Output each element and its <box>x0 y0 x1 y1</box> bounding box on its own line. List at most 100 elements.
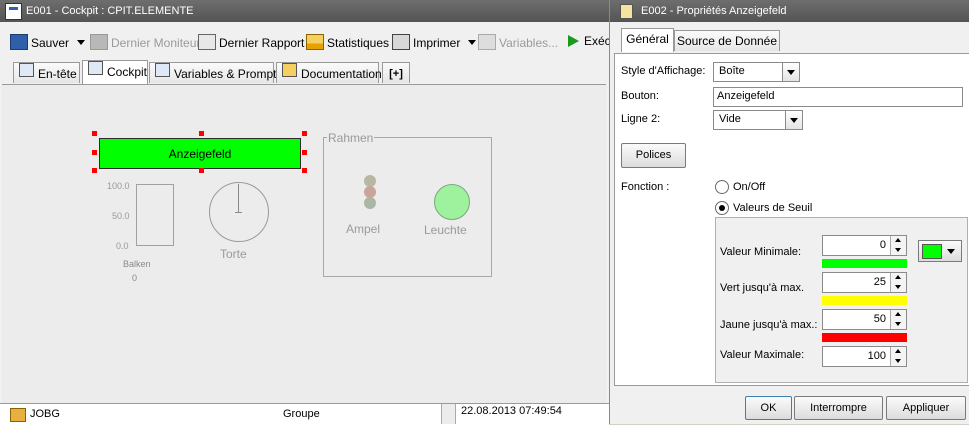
selection-handle[interactable] <box>199 131 204 136</box>
editor-tabs: En-tête Cockpit Variables & Prompts Docu… <box>0 60 609 84</box>
group-icon <box>10 408 26 422</box>
threshold-group: Valeur Minimale: 0 Vert jusqu'à max. 25 … <box>715 217 968 383</box>
window-title: E001 - Cockpit : CPIT.ELEMENTE <box>26 5 194 17</box>
max-value-spinner[interactable]: 100 <box>822 346 907 367</box>
printer-icon <box>392 34 410 50</box>
button-text-input[interactable]: Anzeigefeld <box>713 87 963 107</box>
properties-icon <box>620 4 633 19</box>
spinner-arrows-icon[interactable] <box>890 347 906 366</box>
cockpit-window: E001 - Cockpit : CPIT.ELEMENTE Sauver De… <box>0 0 617 425</box>
bar-tick-min: 0.0 <box>116 241 129 251</box>
min-value-spinner[interactable]: 0 <box>822 235 907 256</box>
thresholds-radio[interactable] <box>715 201 729 215</box>
line2-label: Ligne 2: <box>621 113 661 125</box>
tab-add[interactable]: [+] <box>382 62 410 83</box>
window-title-bar[interactable]: E001 - Cockpit : CPIT.ELEMENTE <box>0 0 609 22</box>
chevron-down-icon[interactable] <box>77 40 86 45</box>
report-icon <box>198 34 216 50</box>
window-icon <box>5 3 22 20</box>
green-max-spinner[interactable]: 25 <box>822 272 907 293</box>
job-list-row[interactable]: JOBG Groupe 22.08.2013 07:49:54 <box>0 403 609 425</box>
bar-value: 0 <box>132 273 138 283</box>
header-icon <box>19 63 34 77</box>
selection-handle[interactable] <box>302 168 307 173</box>
tab-documentation[interactable]: Documentation <box>276 62 382 83</box>
tab-cockpit[interactable]: Cockpit <box>82 60 148 84</box>
dialog-title: E002 - Propriétés Anzeigefeld <box>641 5 787 17</box>
pie-needle-cross <box>235 212 242 213</box>
yellow-bar <box>822 296 907 305</box>
apply-button[interactable]: Appliquer <box>886 396 966 420</box>
documentation-icon <box>282 63 297 77</box>
variables-icon <box>478 34 496 50</box>
onoff-radio[interactable] <box>715 180 729 194</box>
job-date: 22.08.2013 07:49:54 <box>461 405 562 417</box>
spinner-arrows-icon[interactable] <box>890 310 906 329</box>
max-value-label: Valeur Maximale: <box>720 349 805 361</box>
pie-needle <box>238 184 239 212</box>
variables-button[interactable]: Variables... <box>478 34 558 50</box>
chevron-down-icon[interactable] <box>468 40 477 45</box>
properties-dialog: E002 - Propriétés Anzeigefeld Général So… <box>609 0 969 424</box>
toolbar: Sauver Dernier Moniteur Dernier Rapport … <box>0 29 617 55</box>
pie-label: Torte <box>220 247 247 261</box>
green-bar <box>822 259 907 268</box>
button-label: Bouton: <box>621 90 659 102</box>
scrollbar[interactable] <box>441 404 456 424</box>
job-type: Groupe <box>283 408 320 420</box>
chevron-down-icon <box>947 249 955 254</box>
thresholds-label: Valeurs de Seuil <box>733 202 813 214</box>
selection-handle[interactable] <box>92 150 97 155</box>
cockpit-canvas[interactable]: Anzeigefeld 100.0 50.0 0.0 Balken 0 Tort… <box>2 84 606 405</box>
spinner-arrows-icon[interactable] <box>890 273 906 292</box>
selection-handle[interactable] <box>92 168 97 173</box>
color-swatch <box>922 244 942 259</box>
min-value-label: Valeur Minimale: <box>720 246 802 258</box>
tab-header[interactable]: En-tête <box>13 62 80 83</box>
save-icon <box>10 34 28 50</box>
color-picker-button[interactable] <box>918 240 962 262</box>
selection-handle[interactable] <box>302 131 307 136</box>
bar-tick-max: 100.0 <box>107 181 130 191</box>
spinner-arrows-icon[interactable] <box>890 236 906 255</box>
chevron-down-icon[interactable] <box>785 111 802 129</box>
onoff-label: On/Off <box>733 181 766 193</box>
display-style-label: Style d'Affichage: <box>621 65 706 77</box>
last-monitor-button[interactable]: Dernier Moniteur <box>90 34 200 50</box>
selection-handle[interactable] <box>92 131 97 136</box>
general-panel: Style d'Affichage: Boîte Bouton: Anzeige… <box>614 53 969 386</box>
green-max-label: Vert jusqu'à max. <box>720 282 805 294</box>
line2-select[interactable]: Vide <box>713 110 803 130</box>
ok-button[interactable]: OK <box>745 396 792 420</box>
tab-data-source[interactable]: Source de Donnée <box>674 30 780 51</box>
save-button[interactable]: Sauver <box>10 34 86 50</box>
selection-handle[interactable] <box>302 150 307 155</box>
frame-label: Rahmen <box>327 131 375 145</box>
red-bar <box>822 333 907 342</box>
lamp-label: Leuchte <box>424 223 467 237</box>
bar-tick-mid: 50.0 <box>112 211 130 221</box>
chart-icon <box>306 34 324 50</box>
display-field[interactable]: Anzeigefeld <box>99 138 301 169</box>
bar-label: Balken <box>123 259 151 269</box>
fonts-button[interactable]: Polices <box>621 143 686 168</box>
variables-icon <box>155 63 170 77</box>
cockpit-icon <box>88 61 103 75</box>
yellow-max-spinner[interactable]: 50 <box>822 309 907 330</box>
chevron-down-icon[interactable] <box>782 63 799 81</box>
traffic-light-bottom <box>364 197 376 209</box>
lamp-element[interactable] <box>434 184 470 220</box>
tab-variables-prompts[interactable]: Variables & Prompts <box>149 62 283 83</box>
dialog-title-bar[interactable]: E002 - Propriétés Anzeigefeld <box>610 0 969 22</box>
traffic-light-label: Ampel <box>346 222 381 236</box>
selection-handle[interactable] <box>199 168 204 173</box>
yellow-max-label: Jaune jusqu'à max.: <box>720 319 818 331</box>
last-report-button[interactable]: Dernier Rapport <box>198 34 304 50</box>
display-style-select[interactable]: Boîte <box>713 62 800 82</box>
cancel-button[interactable]: Interrompre <box>794 396 883 420</box>
print-button[interactable]: Imprimer <box>392 34 477 50</box>
tab-general[interactable]: Général <box>621 28 674 52</box>
bar-element[interactable] <box>136 184 174 246</box>
job-name: JOBG <box>30 408 60 420</box>
statistics-button[interactable]: Statistiques <box>306 34 389 50</box>
